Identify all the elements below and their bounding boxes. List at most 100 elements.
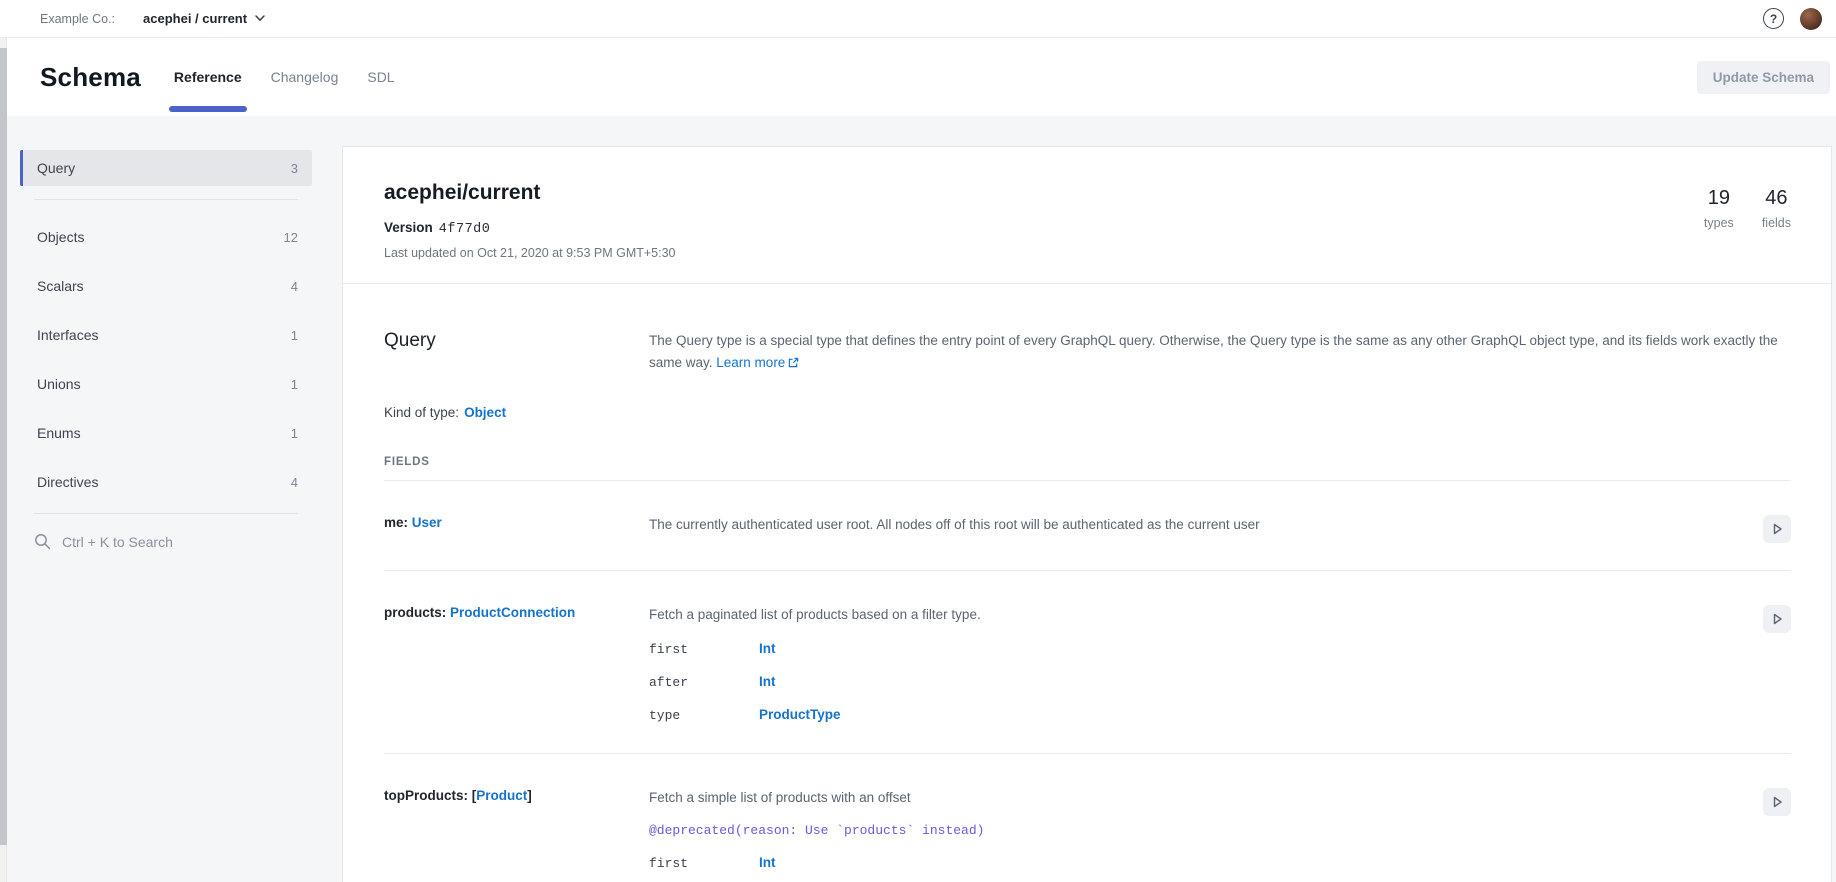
graph-title: acephei/current (384, 181, 1791, 205)
schema-page: Example Co.: acephei / current ? Schema … (0, 0, 1836, 882)
sidebar-item-count: 3 (291, 161, 298, 176)
arg-name: after (649, 675, 759, 690)
version-hash: 4f77d0 (439, 222, 491, 237)
arg-row: first Int (649, 641, 1747, 660)
run-in-explorer-button[interactable] (1763, 515, 1791, 543)
sidebar-item-label: Unions (37, 376, 81, 392)
kind-label: Kind of type: (384, 405, 459, 420)
sidebar-divider (34, 199, 298, 200)
sidebar-item-label: Objects (37, 229, 84, 245)
page-body: Query 3 Objects 12 Scalars 4 Interfaces … (8, 116, 1836, 882)
sidebar-item-directives[interactable]: Directives 4 (20, 464, 312, 500)
version-row: Version 4f77d0 (384, 220, 1791, 237)
sidebar-item-scalars[interactable]: Scalars 4 (20, 268, 312, 304)
sidebar-item-label: Scalars (37, 278, 84, 294)
field-name: products: ProductConnection (384, 605, 649, 726)
field-name-label: me: (384, 515, 412, 530)
stat-types-value: 19 (1704, 187, 1734, 210)
sidebar-item-interfaces[interactable]: Interfaces 1 (20, 317, 312, 353)
field-description: The currently authenticated user root. A… (649, 515, 1747, 543)
field-description: Fetch a paginated list of products based… (649, 605, 1747, 624)
tabs: Reference Changelog SDL (171, 38, 398, 116)
arg-type-link[interactable]: Int (759, 641, 776, 656)
field-details: Fetch a paginated list of products based… (649, 605, 1747, 726)
field-type-link[interactable]: Product (476, 788, 527, 803)
top-bar: Example Co.: acephei / current ? (0, 0, 1836, 38)
arg-name: first (649, 642, 759, 657)
arg-type-link[interactable]: ProductType (759, 707, 841, 722)
sidebar-divider (34, 513, 298, 514)
arg-row: after Int (649, 674, 1747, 693)
field-row-me: me: User The currently authenticated use… (384, 481, 1791, 571)
field-name: me: User (384, 515, 649, 543)
sidebar-item-count: 1 (291, 426, 298, 441)
graph-selector[interactable]: acephei / current (143, 11, 265, 26)
topbar-right: ? (1763, 8, 1810, 30)
fields-heading: FIELDS (384, 456, 1791, 468)
field-name: topProducts: [Product] (384, 788, 649, 874)
update-schema-button[interactable]: Update Schema (1697, 61, 1830, 94)
avatar[interactable] (1800, 8, 1822, 30)
sidebar-item-query[interactable]: Query 3 (20, 150, 312, 186)
scrollbar-thumb[interactable] (0, 48, 7, 845)
tab-changelog[interactable]: Changelog (268, 38, 342, 116)
play-cell (1763, 605, 1791, 726)
field-row-products: products: ProductConnection Fetch a pagi… (384, 571, 1791, 754)
search-hint: Ctrl + K to Search (62, 534, 173, 550)
sidebar-item-label: Interfaces (37, 327, 98, 343)
last-updated: Last updated on Oct 21, 2020 at 9:53 PM … (384, 246, 1791, 260)
tab-sdl[interactable]: SDL (364, 38, 397, 116)
field-type-link[interactable]: User (412, 515, 442, 530)
stat-types: 19 types (1704, 187, 1734, 230)
field-row-topproducts: topProducts: [Product] Fetch a simple li… (384, 754, 1791, 882)
stat-fields: 46 fields (1762, 187, 1791, 230)
sidebar-item-unions[interactable]: Unions 1 (20, 366, 312, 402)
type-name: Query (384, 330, 649, 375)
sidebar-item-count: 1 (291, 377, 298, 392)
help-icon[interactable]: ? (1763, 8, 1784, 29)
stat-fields-value: 46 (1762, 187, 1791, 210)
type-description-text: The Query type is a special type that de… (649, 333, 1778, 370)
schema-stats: 19 types 46 fields (1704, 187, 1791, 230)
sidebar-item-objects[interactable]: Objects 12 (20, 219, 312, 255)
search-icon (34, 533, 51, 550)
stat-fields-label: fields (1762, 216, 1791, 230)
chevron-down-icon (255, 15, 265, 22)
sidebar: Query 3 Objects 12 Scalars 4 Interfaces … (8, 116, 320, 882)
sidebar-item-label: Directives (37, 474, 98, 490)
sidebar-item-label: Enums (37, 425, 81, 441)
field-name-label: topProducts: [ (384, 788, 476, 803)
arg-type-link[interactable]: Int (759, 674, 776, 689)
search-trigger[interactable]: Ctrl + K to Search (20, 533, 312, 550)
play-cell (1763, 515, 1791, 543)
version-label: Version (384, 220, 433, 235)
card-header: acephei/current Version 4f77d0 Last updat… (343, 147, 1831, 260)
vertical-scrollbar[interactable] (0, 38, 7, 882)
graph-selector-label: acephei / current (143, 11, 247, 26)
run-in-explorer-button[interactable] (1763, 605, 1791, 633)
org-label: Example Co.: (40, 12, 115, 26)
schema-reference-card: acephei/current Version 4f77d0 Last updat… (342, 146, 1832, 882)
learn-more-link[interactable]: Learn more (716, 355, 785, 370)
deprecated-annotation: @deprecated(reason: Use `products` inste… (649, 823, 1747, 838)
type-description: The Query type is a special type that de… (649, 330, 1791, 375)
arg-name: first (649, 856, 759, 871)
field-type-link[interactable]: ProductConnection (450, 605, 575, 620)
play-icon (1770, 522, 1784, 536)
tab-reference[interactable]: Reference (171, 38, 245, 116)
page-title: Schema (40, 62, 141, 93)
arg-row: type ProductType (649, 707, 1747, 726)
query-type-section: Query The Query type is a special type t… (343, 284, 1831, 882)
arg-name: type (649, 708, 759, 723)
sidebar-item-enums[interactable]: Enums 1 (20, 415, 312, 451)
sidebar-item-count: 1 (291, 328, 298, 343)
field-name-suffix: ] (527, 788, 532, 803)
kind-value-link[interactable]: Object (464, 405, 506, 420)
play-cell (1763, 788, 1791, 874)
run-in-explorer-button[interactable] (1763, 788, 1791, 816)
type-intro-row: Query The Query type is a special type t… (384, 330, 1791, 375)
play-icon (1770, 795, 1784, 809)
page-header: Schema Reference Changelog SDL Update Sc… (0, 38, 1836, 116)
arg-type-link[interactable]: Int (759, 855, 776, 870)
kind-of-type-row: Kind of type: Object (384, 405, 1791, 420)
